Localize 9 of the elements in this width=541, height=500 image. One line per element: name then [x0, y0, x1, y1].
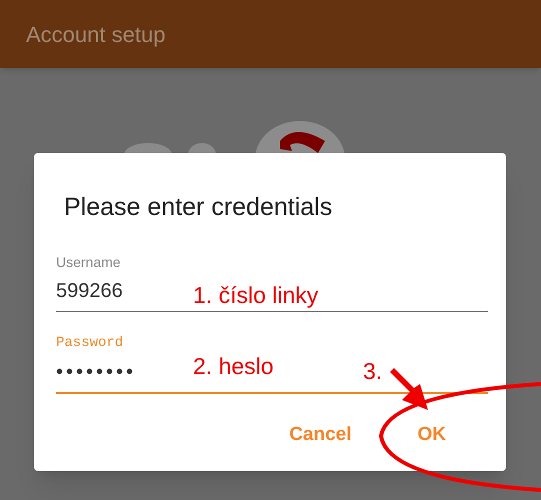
input-field[interactable]: ••••••••: [56, 352, 181, 392]
field-label: Password: [56, 334, 124, 352]
annotation-text: 2. heslo: [193, 352, 274, 381]
input-field[interactable]: 599266: [56, 271, 181, 311]
dialog-title: Please enter credentials: [63, 192, 334, 223]
field-label: Username: [56, 253, 122, 271]
app-bar-title: Account setup: [26, 20, 166, 49]
annotation-text: 1. číslo linky: [193, 281, 318, 310]
annotation-text: 3.: [363, 357, 382, 386]
